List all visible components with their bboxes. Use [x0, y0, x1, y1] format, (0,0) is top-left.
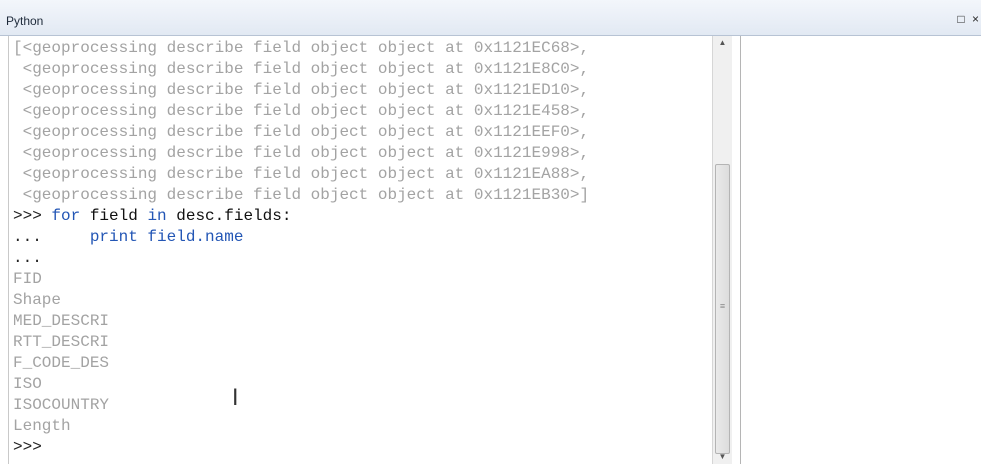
grip-icon: ≡	[719, 301, 726, 311]
prompt-text: ...	[13, 249, 42, 267]
window-controls: □ ×	[957, 12, 981, 26]
maximize-icon[interactable]: □	[957, 12, 966, 26]
output-text: MED_DESCRI	[13, 312, 110, 330]
output-text: <geoprocessing describe field object obj…	[13, 60, 590, 78]
output-text: <geoprocessing describe field object obj…	[13, 102, 590, 120]
output-text: RTT_DESCRI	[13, 333, 110, 351]
console-line: <geoprocessing describe field object obj…	[13, 164, 713, 185]
keyword-text: in	[147, 207, 167, 225]
output-text: ISO	[13, 375, 42, 393]
prompt-text: ...	[13, 228, 90, 246]
code-text: print field.name	[89, 228, 244, 246]
console-line: <geoprocessing describe field object obj…	[13, 143, 713, 164]
output-text: [<geoprocessing describe field object ob…	[13, 39, 590, 57]
output-text: <geoprocessing describe field object obj…	[13, 81, 590, 99]
console-line: [<geoprocessing describe field object ob…	[13, 38, 713, 59]
output-text: Shape	[13, 291, 62, 309]
output-text: <geoprocessing describe field object obj…	[13, 165, 590, 183]
code-text: field	[80, 207, 148, 225]
code-text: desc.fields:	[166, 207, 292, 225]
help-pane[interactable]	[740, 36, 981, 464]
console-line: ISOCOUNTRY	[13, 395, 713, 416]
console-line: Shape	[13, 290, 713, 311]
console-line: >>> for field in desc.fields:	[13, 206, 713, 227]
scroll-up-arrow-icon[interactable]: ▲	[713, 36, 732, 50]
output-text: <geoprocessing describe field object obj…	[13, 144, 590, 162]
output-text: <geoprocessing describe field object obj…	[13, 123, 590, 141]
console-line: RTT_DESCRI	[13, 332, 713, 353]
console-line: <geoprocessing describe field object obj…	[13, 101, 713, 122]
console-line: Length	[13, 416, 713, 437]
window-title: Python	[6, 14, 44, 28]
console-line: F_CODE_DES	[13, 353, 713, 374]
console-lines: [<geoprocessing describe field object ob…	[13, 38, 713, 458]
text-cursor-icon: I	[232, 386, 239, 411]
console-line: <geoprocessing describe field object obj…	[13, 185, 713, 206]
console-line: ...	[13, 248, 713, 269]
output-text: <geoprocessing describe field object obj…	[13, 186, 590, 204]
console-line: MED_DESCRI	[13, 311, 713, 332]
output-text: ISOCOUNTRY	[13, 396, 110, 414]
console-line: ISO	[13, 374, 713, 395]
console-line: <geoprocessing describe field object obj…	[13, 59, 713, 80]
output-text: F_CODE_DES	[13, 354, 110, 372]
prompt-text: >>>	[13, 438, 42, 456]
python-console[interactable]: [<geoprocessing describe field object ob…	[8, 36, 733, 464]
python-window-titlebar: Python □ ×	[0, 0, 981, 36]
console-line: ... print field.name	[13, 227, 713, 248]
console-line: <geoprocessing describe field object obj…	[13, 80, 713, 101]
console-line: FID	[13, 269, 713, 290]
close-icon[interactable]: ×	[972, 12, 981, 26]
output-text: FID	[13, 270, 42, 288]
console-line: >>>	[13, 437, 713, 458]
scrollbar-thumb[interactable]: ≡	[715, 164, 730, 454]
console-scrollbar[interactable]: ▲ ≡ ▼	[712, 36, 732, 464]
output-text: Length	[13, 417, 71, 435]
prompt-text: >>>	[13, 207, 52, 225]
console-line: <geoprocessing describe field object obj…	[13, 122, 713, 143]
keyword-text: for	[51, 207, 81, 225]
scroll-down-arrow-icon[interactable]: ▼	[713, 450, 732, 464]
